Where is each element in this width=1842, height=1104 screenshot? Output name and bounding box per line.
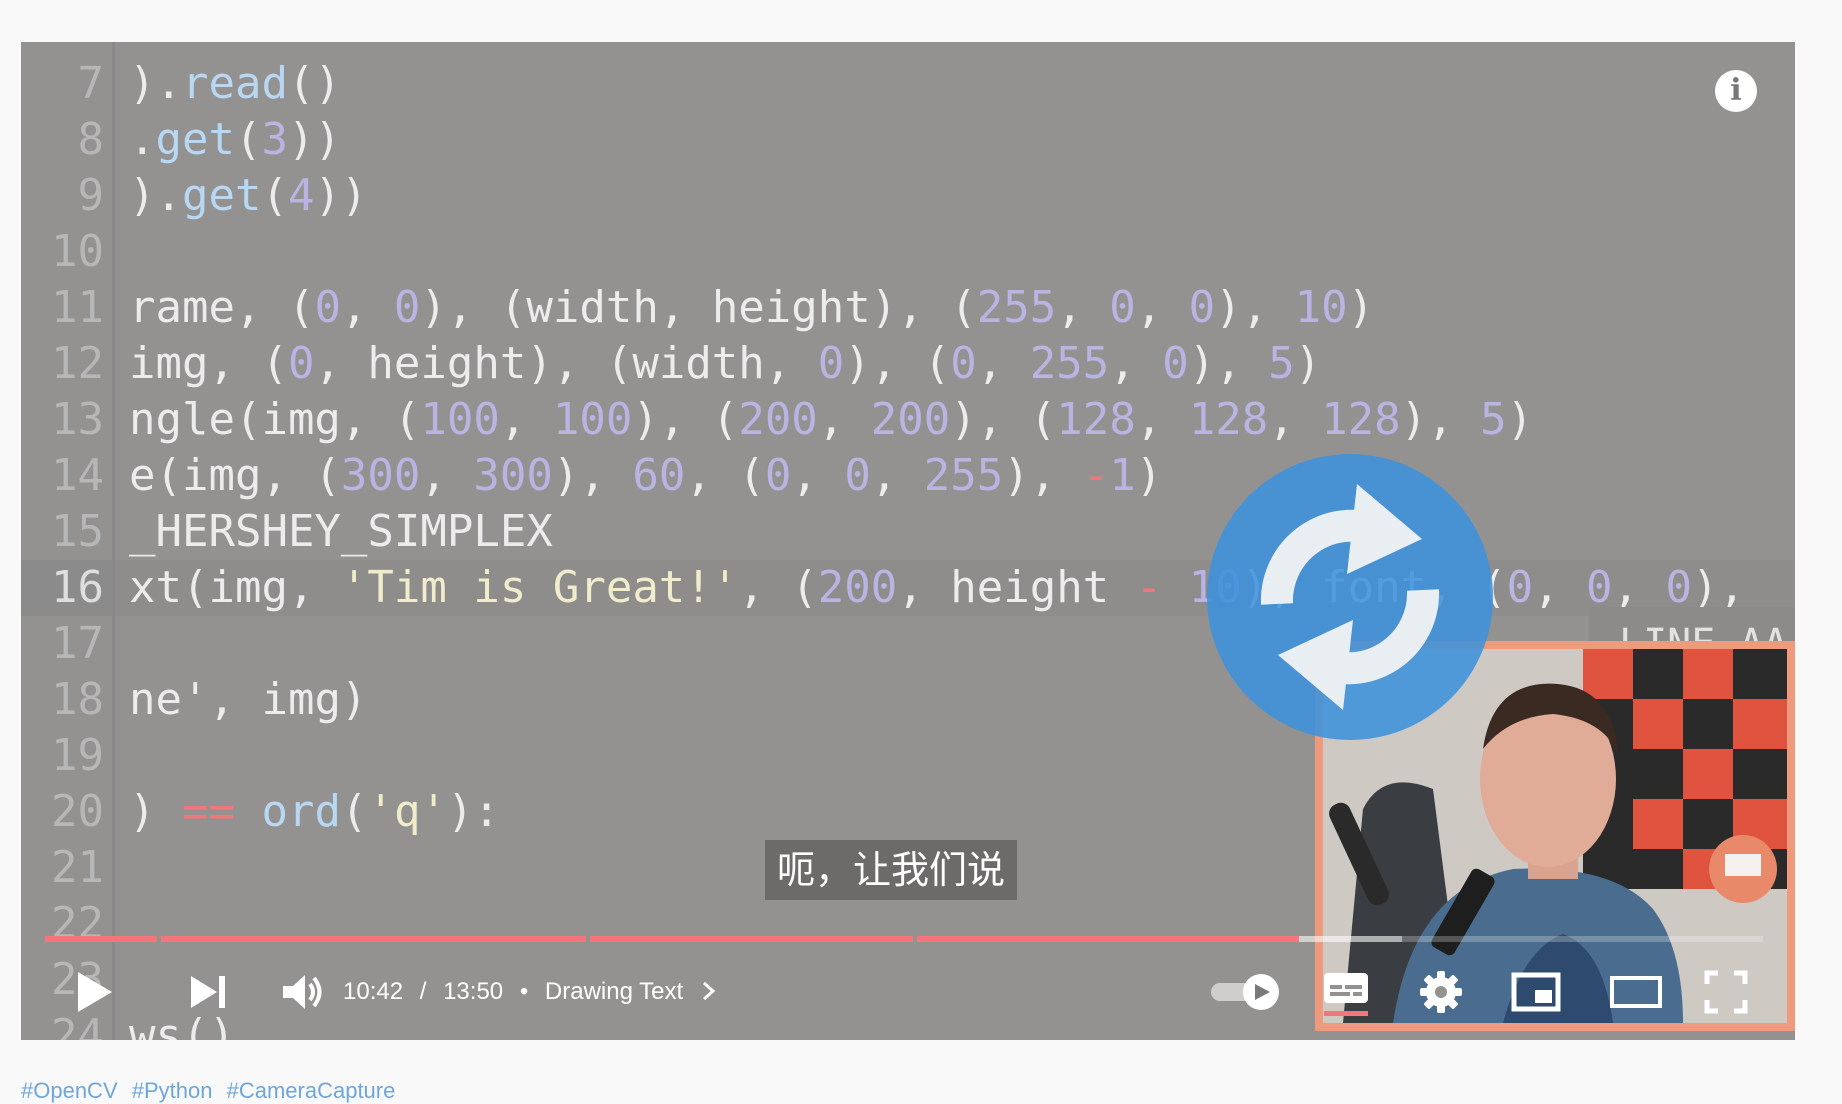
miniplayer-button[interactable] bbox=[1501, 957, 1571, 1027]
line-number: 15 bbox=[51, 506, 104, 557]
code-line: xt(img, 'Tim is Great!', (200, height - … bbox=[129, 562, 1746, 613]
hashtag-links: #OpenCV #Python #CameraCapture bbox=[21, 1078, 403, 1104]
line-number: 8 bbox=[77, 114, 105, 165]
duration: 13:50 bbox=[443, 978, 504, 1005]
code-line: ).read() bbox=[129, 58, 341, 109]
video-player[interactable]: 7 ).read() 8 .get(3)) 9 ).get(4)) 10 11 rame, (0… bbox=[21, 42, 1795, 1040]
line-number: 20 bbox=[51, 786, 104, 837]
fullscreen-icon bbox=[1704, 970, 1748, 1014]
volume-icon bbox=[283, 975, 322, 1009]
line-number: 18 bbox=[51, 674, 104, 725]
hashtag-link[interactable]: #CameraCapture bbox=[227, 1078, 396, 1103]
chapter-dot: • bbox=[519, 978, 529, 1005]
theater-mode-button[interactable] bbox=[1596, 957, 1676, 1027]
code-line: ngle(img, (100, 100), (200, 200), (128, … bbox=[129, 394, 1534, 445]
code-line: _HERSHEY_SIMPLEX bbox=[129, 506, 553, 557]
next-button[interactable] bbox=[181, 957, 237, 1027]
line-number: 11 bbox=[51, 282, 104, 333]
autoplay-toggle-icon bbox=[1211, 974, 1279, 1010]
code-line: rame, (0, 0), (width, height), (255, 0, … bbox=[129, 282, 1375, 333]
line-number: 17 bbox=[51, 618, 104, 669]
line-number: 22 bbox=[51, 898, 104, 949]
line-number: 13 bbox=[51, 394, 104, 445]
gutter-separator bbox=[112, 42, 115, 1040]
fullscreen-button[interactable] bbox=[1691, 957, 1761, 1027]
code-line: .get(3)) bbox=[129, 114, 341, 165]
info-button[interactable]: i bbox=[1715, 70, 1757, 112]
time-separator: / bbox=[419, 978, 427, 1005]
play-icon bbox=[78, 972, 112, 1012]
line-number: 12 bbox=[51, 338, 104, 389]
settings-button[interactable] bbox=[1406, 957, 1476, 1027]
chapter-marker bbox=[586, 936, 591, 942]
progress-played bbox=[45, 936, 1300, 942]
hashtag-link[interactable]: #Python bbox=[132, 1078, 213, 1103]
code-line: ne', img) bbox=[129, 674, 368, 725]
chapter-marker bbox=[912, 936, 917, 942]
miniplayer-icon bbox=[1511, 972, 1561, 1012]
chevron-right-icon[interactable] bbox=[700, 980, 718, 1002]
theater-mode-icon bbox=[1610, 976, 1662, 1008]
chapter-marker bbox=[156, 936, 161, 942]
code-line: e(img, (300, 300), 60, (0, 0, 255), -1) bbox=[129, 450, 1163, 501]
line-number: 9 bbox=[77, 170, 105, 221]
hashtag-link[interactable]: #OpenCV bbox=[21, 1078, 118, 1103]
play-button[interactable] bbox=[63, 957, 125, 1027]
volume-button[interactable] bbox=[275, 957, 331, 1027]
refresh-icon bbox=[1207, 454, 1493, 740]
subtitles-icon bbox=[1324, 973, 1368, 1016]
current-time: 10:42 bbox=[343, 978, 404, 1005]
line-number: 10 bbox=[51, 226, 104, 277]
gear-icon bbox=[1420, 971, 1462, 1013]
autoplay-toggle[interactable] bbox=[1201, 957, 1291, 1027]
time-display: 10:42 / 13:50 • Drawing Text bbox=[343, 957, 718, 1027]
code-line: img, (0, height), (width, 0), (0, 255, 0… bbox=[129, 338, 1322, 389]
caption-text: 呃，让我们说 bbox=[765, 840, 1018, 900]
player-controls: 10:42 / 13:50 • Drawing Text bbox=[21, 957, 1795, 1027]
line-number: 19 bbox=[51, 730, 104, 781]
subtitles-button[interactable] bbox=[1311, 957, 1381, 1027]
progress-bar[interactable] bbox=[45, 936, 1763, 942]
line-number: 16 bbox=[21, 560, 112, 616]
chapter-title[interactable]: Drawing Text bbox=[545, 978, 683, 1005]
line-number: 14 bbox=[51, 450, 104, 501]
line-number: 21 bbox=[51, 842, 104, 893]
skip-next-icon bbox=[191, 976, 225, 1008]
code-line: ).get(4)) bbox=[129, 170, 368, 221]
line-number: 7 bbox=[77, 58, 105, 109]
code-line: ) == ord('q'): bbox=[129, 786, 500, 837]
